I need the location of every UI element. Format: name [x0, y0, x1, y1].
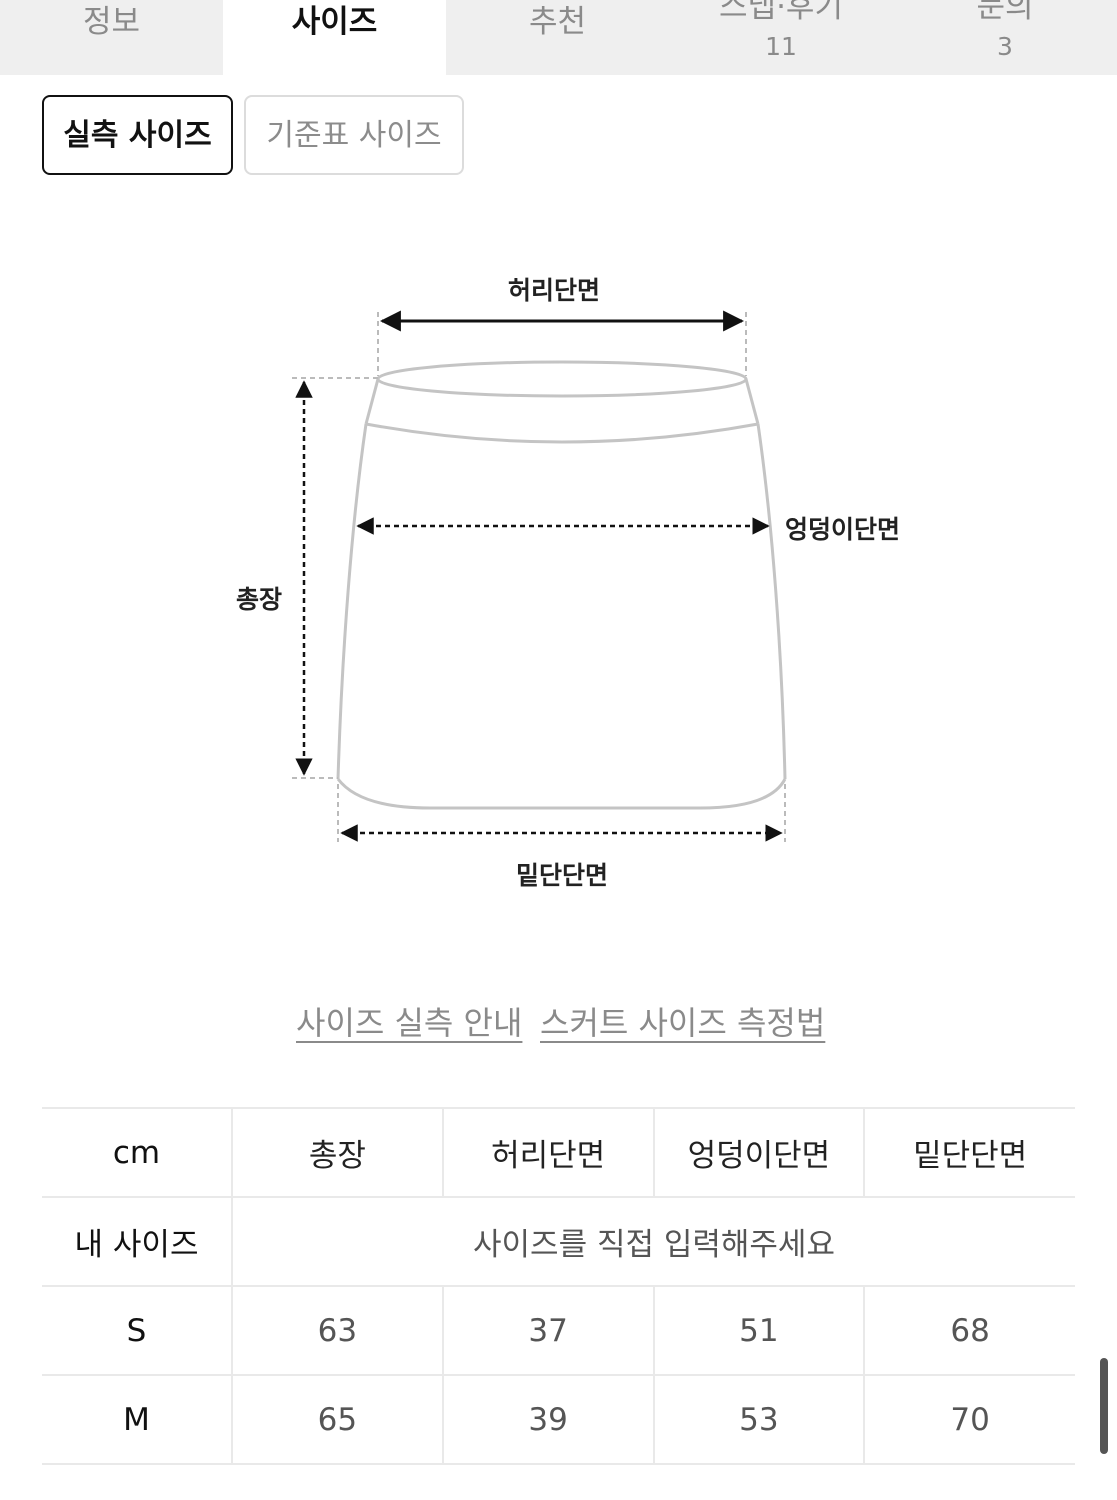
table-cell: 68	[863, 1285, 1075, 1376]
tab-label: 추천	[528, 4, 587, 40]
table-cell: 39	[441, 1374, 654, 1465]
tab-info[interactable]: 정보	[0, 0, 223, 75]
size-guide-link[interactable]: 사이즈 실측 안내	[296, 998, 522, 1044]
waist-measure-line	[377, 310, 747, 376]
table-cell: 70	[863, 1374, 1075, 1465]
hem-measure-line	[337, 784, 786, 842]
table-cell: 37	[441, 1285, 654, 1376]
my-size-row: 내 사이즈 사이즈를 직접 입력해주세요	[42, 1196, 1075, 1287]
waist-label: 허리단면	[508, 276, 601, 305]
my-size-label: 내 사이즈	[42, 1196, 232, 1287]
table-row: S 63 37 51 68	[42, 1285, 1075, 1376]
size-table: cm 총장 허리단면 엉덩이단면 밑단단면 내 사이즈 사이즈를 직접 입력해주…	[42, 1107, 1075, 1465]
tab-count: 11	[765, 32, 797, 61]
size-label: S	[42, 1285, 232, 1376]
column-header: 밑단단면	[863, 1107, 1075, 1198]
tab-count: 3	[997, 32, 1013, 61]
tab-label: 문의	[976, 0, 1034, 25]
skirt-outline	[336, 360, 787, 810]
hem-label: 밑단단면	[516, 861, 609, 890]
table-row: M 65 39 53 70	[42, 1374, 1075, 1465]
length-label: 총장	[236, 585, 283, 614]
tab-label: 사이즈	[291, 4, 378, 40]
hip-label: 엉덩이단면	[785, 515, 901, 544]
measured-size-button[interactable]: 실측 사이즈	[42, 95, 233, 175]
table-header-row: cm 총장 허리단면 엉덩이단면 밑단단면	[42, 1107, 1075, 1198]
table-cell: 65	[231, 1374, 443, 1465]
my-size-input[interactable]: 사이즈를 직접 입력해주세요	[231, 1196, 1075, 1287]
skirt-measure-method-link[interactable]: 스커트 사이즈 측정법	[540, 998, 825, 1044]
column-header: 총장	[231, 1107, 443, 1198]
tab-recommend[interactable]: 추천	[446, 0, 669, 75]
length-measure-line	[292, 377, 378, 779]
table-cell: 51	[652, 1285, 865, 1376]
tab-label: 정보	[82, 4, 141, 40]
standard-size-button[interactable]: 기준표 사이즈	[244, 95, 464, 175]
unit-header: cm	[42, 1107, 232, 1198]
tab-size[interactable]: 사이즈	[223, 0, 446, 75]
tab-label: 스냅·후기	[719, 0, 843, 25]
tab-inquiry[interactable]: 문의 3	[893, 0, 1117, 75]
size-label: M	[42, 1374, 232, 1465]
column-header: 엉덩이단면	[652, 1107, 865, 1198]
table-cell: 63	[231, 1285, 443, 1376]
scrollbar[interactable]	[1100, 1358, 1108, 1454]
column-header: 허리단면	[441, 1107, 654, 1198]
tab-bar: 정보 사이즈 추천 스냅·후기 11 문의 3	[0, 0, 1117, 75]
tab-snap-review[interactable]: 스냅·후기 11	[669, 0, 893, 75]
table-cell: 53	[652, 1374, 865, 1465]
